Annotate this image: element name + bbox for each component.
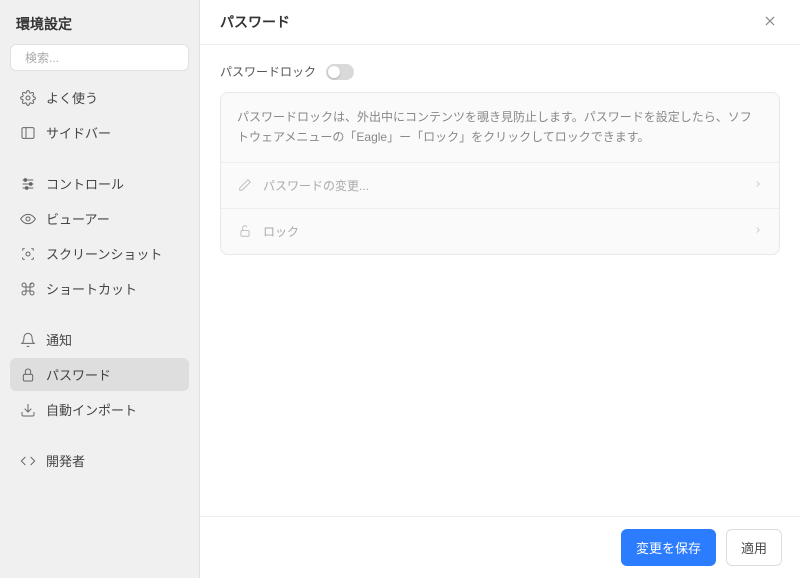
sidebar-item-label: ビューアー: [46, 209, 110, 228]
change-password-row[interactable]: パスワードの変更...: [221, 163, 779, 209]
password-description: パスワードロックは、外出中にコンテンツを覗き見防止します。パスワードを設定したら…: [221, 93, 779, 163]
sidebar-item-label: サイドバー: [46, 123, 111, 142]
chevron-right-icon: [753, 224, 763, 238]
sidebar-nav: よく使う サイドバー コントロール ビューアー スクリーンショット: [0, 81, 199, 477]
sidebar-item-notification[interactable]: 通知: [10, 323, 189, 356]
close-button[interactable]: [760, 12, 780, 32]
save-button[interactable]: 変更を保存: [621, 529, 716, 566]
sidebar-item-label: 通知: [46, 330, 72, 349]
change-password-label: パスワードの変更...: [263, 177, 743, 194]
sidebar-item-frequent[interactable]: よく使う: [10, 81, 189, 114]
main: パスワード パスワードロック パスワードロックは、外出中にコンテンツを覗き見防止…: [200, 0, 800, 578]
search-input-container[interactable]: [10, 44, 189, 71]
sidebar-item-label: 自動インポート: [46, 400, 137, 419]
sidebar-item-label: 開発者: [46, 451, 85, 470]
search-input[interactable]: [25, 51, 180, 65]
close-icon: [763, 14, 777, 31]
gear-icon: [20, 90, 36, 106]
lock-label: ロック: [263, 223, 743, 240]
sidebar-item-screenshot[interactable]: スクリーンショット: [10, 237, 189, 270]
sidebar-item-password[interactable]: パスワード: [10, 358, 189, 391]
screenshot-icon: [20, 246, 36, 262]
sliders-icon: [20, 176, 36, 192]
lock-open-icon: [237, 223, 253, 239]
password-panel: パスワードロックは、外出中にコンテンツを覗き見防止します。パスワードを設定したら…: [220, 92, 780, 255]
footer: 変更を保存 適用: [200, 516, 800, 578]
sidebar-item-developer[interactable]: 開発者: [10, 444, 189, 477]
command-icon: [20, 281, 36, 297]
eye-icon: [20, 211, 36, 227]
lock-row[interactable]: ロック: [221, 209, 779, 254]
password-lock-toggle-row: パスワードロック: [220, 63, 780, 80]
toggle-label: パスワードロック: [220, 63, 316, 80]
page-title: パスワード: [220, 12, 290, 32]
sidebar-title: 環境設定: [0, 0, 199, 44]
code-icon: [20, 453, 36, 469]
sidebar-icon: [20, 125, 36, 141]
nav-separator: [10, 307, 189, 321]
main-header: パスワード: [200, 0, 800, 45]
sidebar-item-label: コントロール: [46, 174, 124, 193]
sidebar-item-shortcut[interactable]: ショートカット: [10, 272, 189, 305]
chevron-right-icon: [753, 178, 763, 192]
sidebar-item-viewer[interactable]: ビューアー: [10, 202, 189, 235]
sidebar-item-sidebar[interactable]: サイドバー: [10, 116, 189, 149]
apply-button[interactable]: 適用: [726, 529, 782, 566]
sidebar-item-label: よく使う: [46, 88, 98, 107]
sidebar-item-label: パスワード: [46, 365, 111, 384]
content: パスワードロック パスワードロックは、外出中にコンテンツを覗き見防止します。パス…: [200, 45, 800, 516]
sidebar-item-label: スクリーンショット: [46, 244, 162, 263]
lock-icon: [20, 367, 36, 383]
search-wrap: [0, 44, 199, 81]
sidebar-item-label: ショートカット: [46, 279, 137, 298]
password-lock-toggle[interactable]: [326, 64, 354, 80]
bell-icon: [20, 332, 36, 348]
sidebar-item-control[interactable]: コントロール: [10, 167, 189, 200]
pencil-icon: [237, 177, 253, 193]
download-icon: [20, 402, 36, 418]
sidebar: 環境設定 よく使う サイドバー コントロール: [0, 0, 200, 578]
sidebar-item-autoimport[interactable]: 自動インポート: [10, 393, 189, 426]
nav-separator: [10, 428, 189, 442]
nav-separator: [10, 151, 189, 165]
